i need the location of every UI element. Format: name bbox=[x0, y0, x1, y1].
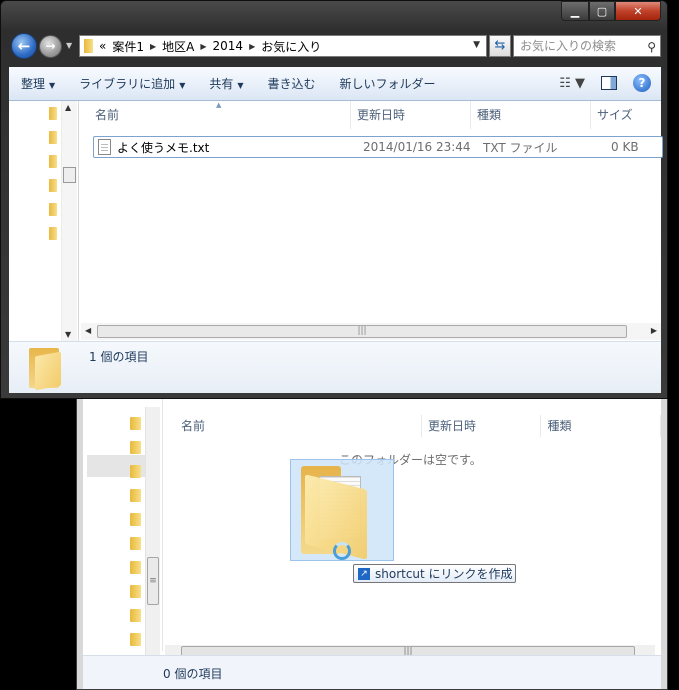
breadcrumb-separator[interactable]: ▶ bbox=[249, 42, 255, 51]
breadcrumb-separator[interactable]: ▶ bbox=[200, 42, 206, 51]
nav-vertical-scrollbar[interactable]: ▲ ▼ bbox=[61, 101, 77, 341]
scroll-left-arrow[interactable]: ◀ bbox=[85, 326, 91, 335]
recent-pages-dropdown[interactable]: ▼ bbox=[66, 41, 72, 50]
text-file-icon bbox=[98, 139, 111, 155]
folder-icon[interactable] bbox=[130, 441, 141, 454]
breadcrumb-segment[interactable]: 地区A bbox=[162, 38, 194, 55]
folder-icon[interactable] bbox=[130, 513, 141, 526]
scroll-right-arrow[interactable]: ▶ bbox=[651, 326, 657, 335]
back-arrow-icon[interactable]: ← bbox=[11, 33, 37, 59]
link-arrow-icon: ↗ bbox=[358, 567, 370, 580]
drag-preview bbox=[290, 459, 394, 561]
new-folder-button[interactable]: 新しいフォルダー bbox=[328, 75, 448, 92]
target-nav-vertical-scrollbar[interactable]: ≡ bbox=[145, 407, 160, 657]
drag-tooltip-text: shortcut にリンクを作成 bbox=[375, 567, 513, 581]
folder-icon[interactable] bbox=[130, 561, 141, 574]
column-header-type[interactable]: 種類 bbox=[541, 415, 661, 437]
folder-icon[interactable] bbox=[49, 131, 57, 144]
close-button[interactable]: ✕ bbox=[615, 1, 661, 21]
breadcrumb-separator[interactable]: ▶ bbox=[150, 42, 156, 51]
drag-tooltip: ↗ shortcut にリンクを作成 bbox=[353, 564, 516, 583]
folder-icon[interactable] bbox=[49, 179, 57, 192]
status-bar: 1 個の項目 bbox=[9, 341, 661, 393]
column-headers: 名前 更新日時 種類 サイズ bbox=[81, 101, 661, 129]
file-date: 2014/01/16 23:44 bbox=[363, 140, 471, 154]
scroll-down-arrow[interactable]: ▼ bbox=[65, 330, 71, 339]
search-input[interactable]: お気に入りの検索 ⚲ bbox=[513, 35, 661, 57]
file-type: TXT ファイル bbox=[483, 140, 558, 155]
organize-button[interactable]: 整理 ▼ bbox=[9, 75, 67, 92]
folder-icon[interactable] bbox=[49, 203, 57, 216]
breadcrumb-segment[interactable]: 2014 bbox=[213, 39, 244, 53]
refresh-icon[interactable]: ⇆ bbox=[489, 35, 511, 57]
file-name: よく使うメモ.txt bbox=[117, 140, 210, 155]
file-row[interactable]: よく使うメモ.txt 2014/01/16 23:44 TXT ファイル 0 K… bbox=[93, 136, 663, 158]
column-header-type[interactable]: 種類 bbox=[471, 101, 591, 129]
breadcrumb-segment[interactable]: お気に入り bbox=[261, 38, 321, 55]
scrollbar-thumb[interactable]: ||| bbox=[97, 325, 627, 338]
folder-icon[interactable] bbox=[49, 107, 57, 120]
search-placeholder: お気に入りの検索 bbox=[520, 39, 617, 53]
organize-label: 整理 bbox=[21, 77, 46, 91]
folder-icon[interactable] bbox=[49, 227, 57, 240]
minimize-button[interactable]: ▁ bbox=[561, 1, 589, 21]
sort-indicator-icon: ▲ bbox=[216, 101, 222, 109]
folder-icon[interactable] bbox=[130, 489, 141, 502]
folder-icon[interactable] bbox=[130, 417, 141, 430]
share-button[interactable]: 共有 ▼ bbox=[197, 75, 255, 92]
folder-icon[interactable] bbox=[130, 465, 141, 478]
help-icon[interactable]: ? bbox=[633, 74, 651, 92]
views-icon[interactable]: ☷ ▼ bbox=[559, 76, 585, 91]
navigation-pane: ▲ ▼ bbox=[9, 101, 79, 341]
file-size: 0 KB bbox=[611, 140, 639, 154]
column-header-date[interactable]: 更新日時 bbox=[351, 101, 471, 129]
column-header-size[interactable]: サイズ bbox=[591, 101, 661, 129]
maximize-button[interactable]: ▢ bbox=[589, 1, 615, 21]
folder-icon[interactable] bbox=[130, 537, 141, 550]
horizontal-scrollbar[interactable]: ◀ ||| ▶ bbox=[81, 323, 661, 340]
address-dropdown[interactable]: ▼ bbox=[473, 40, 480, 50]
scrollbar-thumb[interactable]: ≡ bbox=[147, 557, 159, 605]
share-label: 共有 bbox=[209, 77, 234, 91]
folder-icon[interactable] bbox=[130, 633, 141, 646]
folder-icon[interactable] bbox=[49, 155, 57, 168]
item-count: 1 個の項目 bbox=[89, 350, 149, 364]
forward-arrow-icon[interactable]: → bbox=[39, 35, 62, 58]
preview-pane-icon[interactable] bbox=[601, 76, 617, 90]
add-to-library-label: ライブラリに追加 bbox=[79, 77, 176, 91]
content-area: ▲ ▼ 名前 更新日時 種類 サイズ ▲ よく使うメモ.txt 2014/01/… bbox=[9, 101, 663, 341]
window-caption-buttons: ▁ ▢ ✕ bbox=[561, 1, 661, 21]
folder-icon bbox=[29, 348, 61, 391]
add-to-library-button[interactable]: ライブラリに追加 ▼ bbox=[67, 75, 197, 92]
column-header-name[interactable]: 名前 bbox=[167, 415, 422, 437]
folder-icon bbox=[84, 39, 93, 53]
explorer-window: ▁ ▢ ✕ ← → ▼ « 案件1 ▶ 地区A ▶ 2014 ▶ お気に入り ▼… bbox=[0, 0, 668, 399]
breadcrumb-segment[interactable]: 案件1 bbox=[112, 38, 144, 55]
burn-button[interactable]: 書き込む bbox=[256, 75, 328, 92]
column-header-date[interactable]: 更新日時 bbox=[422, 415, 542, 437]
command-bar: 整理 ▼ ライブラリに追加 ▼ 共有 ▼ 書き込む 新しいフォルダー ☷ ▼ ? bbox=[9, 67, 661, 101]
navigation-bar: ← → ▼ « 案件1 ▶ 地区A ▶ 2014 ▶ お気に入り ▼ ⇆ お気に… bbox=[9, 31, 661, 61]
address-bar[interactable]: « 案件1 ▶ 地区A ▶ 2014 ▶ お気に入り ▼ bbox=[79, 35, 487, 57]
busy-cursor-icon bbox=[333, 542, 351, 560]
target-column-headers: 名前 更新日時 種類 bbox=[167, 415, 661, 437]
search-icon[interactable]: ⚲ bbox=[647, 37, 656, 57]
target-navigation-pane: ≡ bbox=[83, 397, 163, 657]
scroll-up-arrow[interactable]: ▲ bbox=[65, 103, 71, 112]
scrollbar-thumb[interactable] bbox=[63, 167, 76, 183]
folder-icon[interactable] bbox=[130, 585, 141, 598]
target-item-count: 0 個の項目 bbox=[163, 667, 223, 681]
folder-icon[interactable] bbox=[130, 609, 141, 622]
breadcrumb-overflow[interactable]: « bbox=[99, 39, 106, 53]
